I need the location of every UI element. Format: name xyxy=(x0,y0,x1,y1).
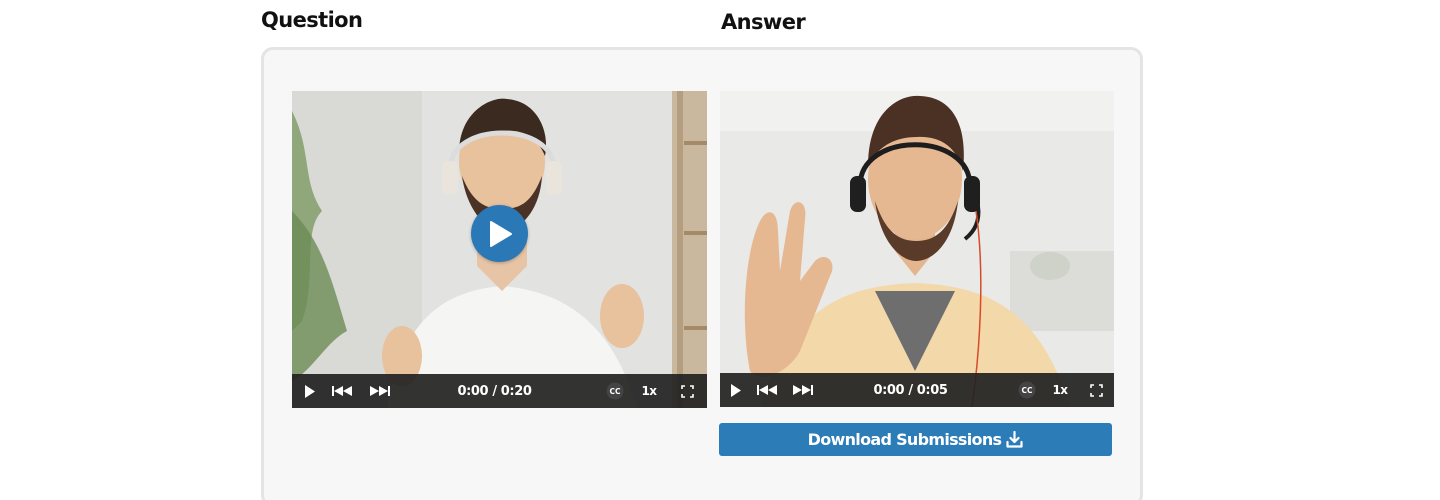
video-time: 0:00 / 0:05 xyxy=(873,382,948,398)
play-icon[interactable] xyxy=(301,374,319,408)
question-video-controls: 0:00 / 0:20 CC 1x xyxy=(292,374,707,408)
video-time: 0:00 / 0:20 xyxy=(457,383,532,399)
closed-captions-button[interactable]: CC xyxy=(605,374,625,408)
answer-video-controls: 0:00 / 0:05 CC 1x xyxy=(720,373,1114,407)
closed-captions-button[interactable]: CC xyxy=(1017,373,1037,407)
download-submissions-button[interactable]: Download Submissions xyxy=(719,423,1112,456)
fast-forward-icon[interactable] xyxy=(367,374,391,408)
play-icon[interactable] xyxy=(727,373,745,407)
closed-captions-icon: CC xyxy=(1018,381,1036,399)
download-icon xyxy=(1006,431,1023,448)
fullscreen-icon[interactable] xyxy=(1087,373,1105,407)
playback-speed-button[interactable]: 1x xyxy=(1050,373,1070,407)
question-video-player[interactable]: 0:00 / 0:20 CC 1x xyxy=(292,91,707,408)
answer-video-player[interactable]: 0:00 / 0:05 CC 1x xyxy=(720,91,1114,407)
big-play-button[interactable] xyxy=(471,205,528,262)
svg-text:CC: CC xyxy=(1021,386,1033,395)
play-icon xyxy=(489,220,512,247)
question-heading: Question xyxy=(261,8,363,32)
fullscreen-icon[interactable] xyxy=(678,374,696,408)
fast-forward-icon[interactable] xyxy=(790,373,814,407)
answer-video-frame xyxy=(720,91,1114,407)
svg-text:CC: CC xyxy=(609,387,621,396)
closed-captions-icon: CC xyxy=(606,382,624,400)
playback-speed-button[interactable]: 1x xyxy=(639,374,659,408)
download-submissions-label: Download Submissions xyxy=(807,430,1002,449)
rewind-icon[interactable] xyxy=(330,374,354,408)
answer-heading: Answer xyxy=(721,10,806,34)
rewind-icon[interactable] xyxy=(755,373,779,407)
